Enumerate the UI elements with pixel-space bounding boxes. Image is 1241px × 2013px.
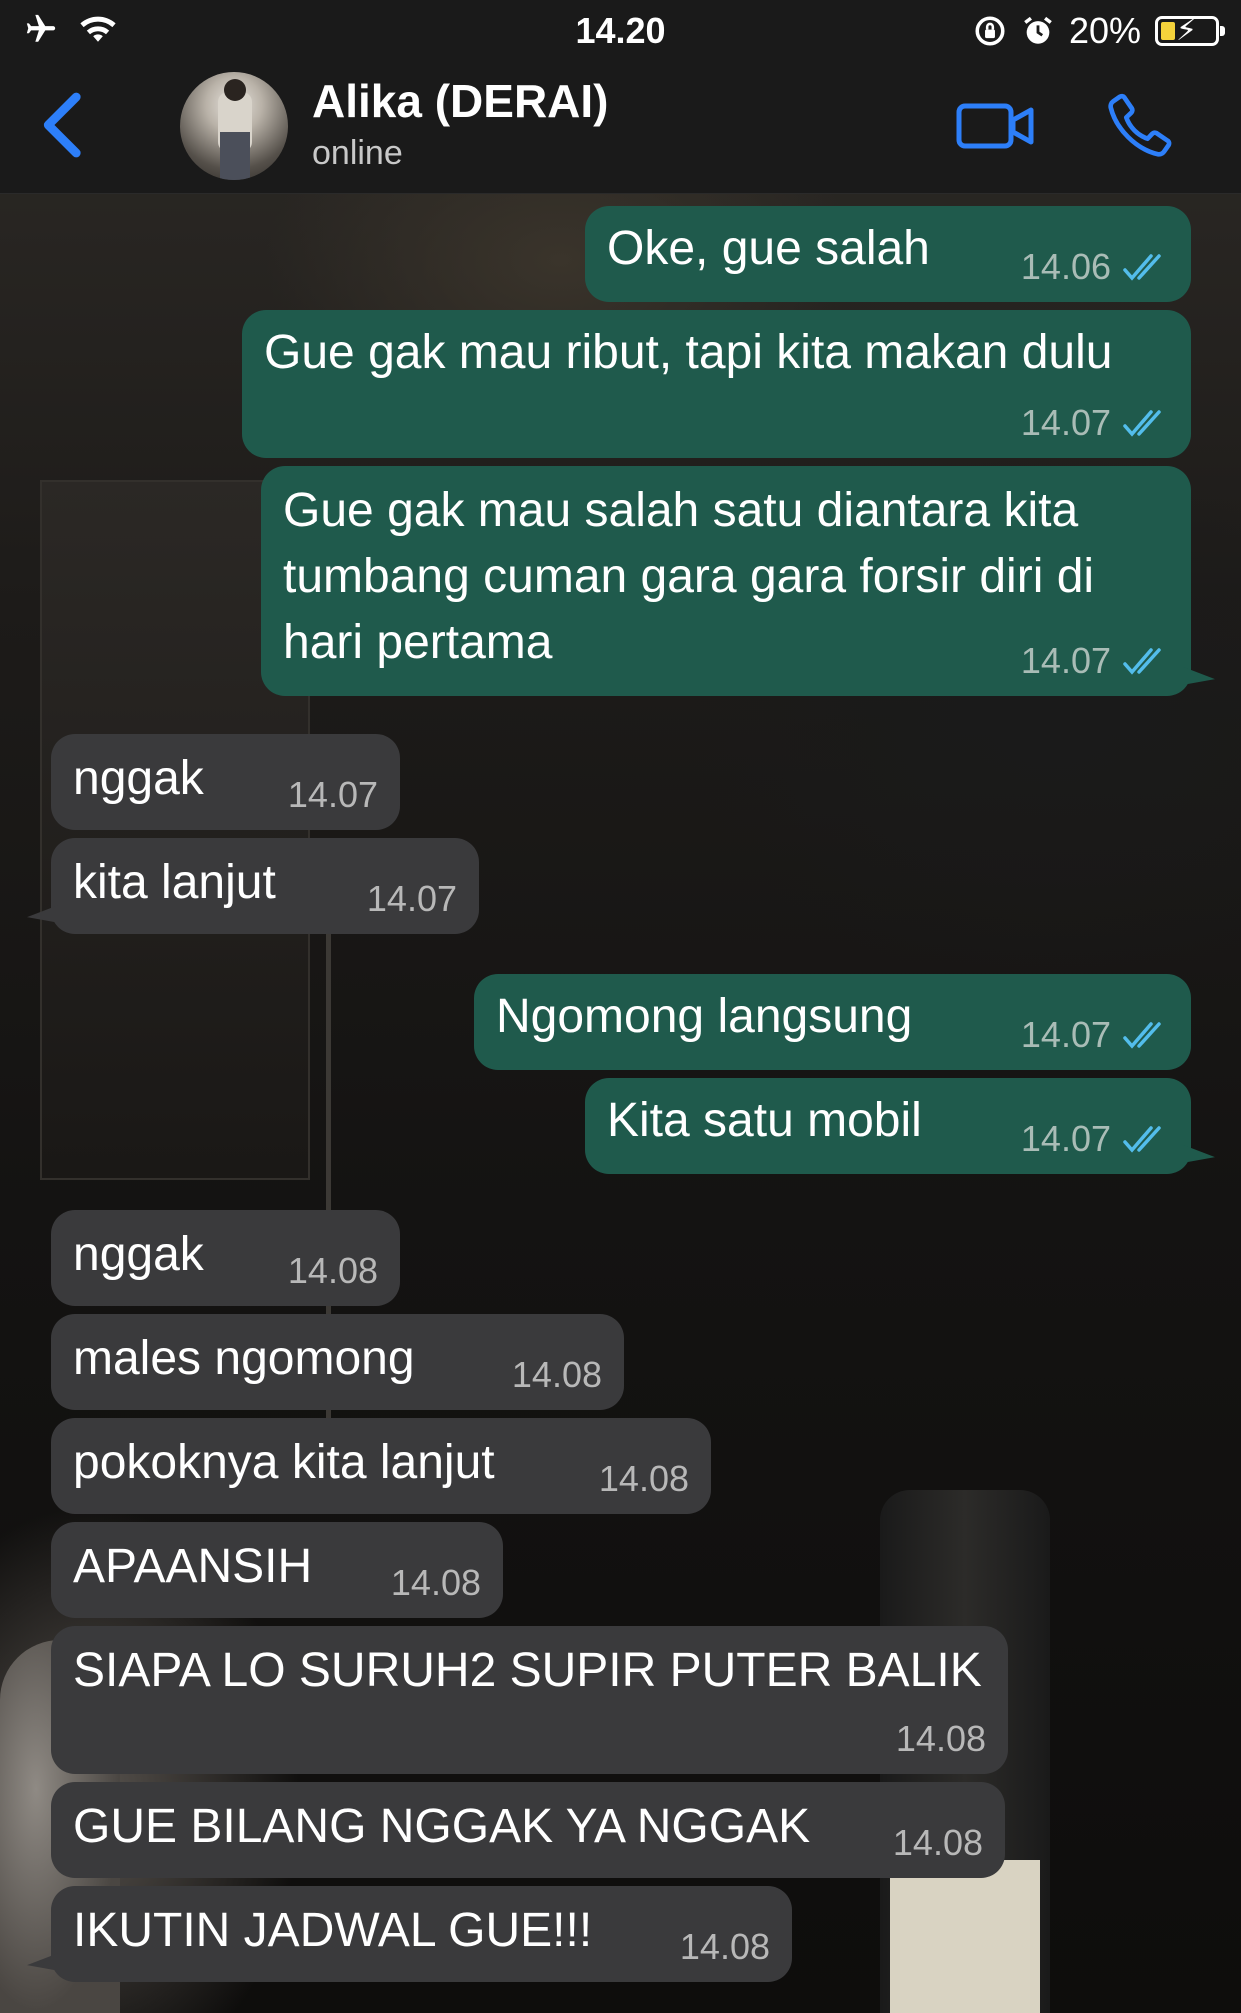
message-text: Gue gak mau ribut, tapi kita makan dulu	[264, 326, 1113, 379]
outgoing-message[interactable]: Gue gak mau ribut, tapi kita makan dulu …	[242, 310, 1191, 458]
message-text: SIAPA LO SURUH2 SUPIR PUTER BALIK	[73, 1644, 982, 1697]
read-ticks-icon	[1123, 410, 1161, 437]
phone-call-icon[interactable]	[1105, 90, 1175, 160]
incoming-message[interactable]: SIAPA LO SURUH2 SUPIR PUTER BALIK 14.08	[51, 1626, 1008, 1774]
message-meta: 14.08	[391, 1562, 481, 1604]
message-time: 14.08	[679, 1926, 770, 1967]
message-meta: 14.07	[1021, 402, 1169, 444]
read-ticks-icon	[1123, 1022, 1161, 1049]
message-time: 14.08	[390, 1562, 481, 1603]
message-meta: 14.07	[1021, 1118, 1169, 1160]
incoming-message[interactable]: APAANSIH 14.08	[51, 1522, 503, 1618]
outgoing-message[interactable]: Ngomong langsung 14.07	[474, 974, 1191, 1070]
message-meta: 14.08	[599, 1458, 689, 1500]
message-meta: 14.08	[680, 1926, 770, 1968]
avatar[interactable]	[180, 72, 288, 180]
incoming-message[interactable]: IKUTIN JADWAL GUE!!! 14.08	[51, 1886, 792, 1982]
read-ticks-icon	[1123, 648, 1161, 675]
message-time: 14.08	[287, 1250, 378, 1291]
alarm-icon	[1024, 16, 1052, 44]
message-meta: 14.07	[1021, 1014, 1169, 1056]
message-time: 14.08	[598, 1458, 689, 1499]
read-ticks-icon	[1123, 1126, 1161, 1153]
incoming-message[interactable]: GUE BILANG NGGAK YA NGGAK 14.08	[51, 1782, 1005, 1878]
battery-percent: 20%	[1068, 10, 1141, 51]
message-time: 14.08	[892, 1822, 983, 1863]
message-meta: 14.07	[288, 774, 378, 816]
back-chevron-icon[interactable]	[34, 90, 94, 160]
outgoing-message[interactable]: Kita satu mobil 14.07	[585, 1078, 1191, 1174]
incoming-message[interactable]: pokoknya kita lanjut 14.08	[51, 1418, 711, 1514]
message-time: 14.07	[287, 774, 378, 815]
read-ticks-icon	[1123, 254, 1161, 281]
rotation-lock-icon	[975, 16, 1005, 46]
message-meta: 14.08	[896, 1718, 986, 1760]
incoming-message[interactable]: kita lanjut 14.07	[51, 838, 479, 934]
contact-name[interactable]: Alika (DERAI)	[312, 74, 608, 128]
outgoing-message[interactable]: Oke, gue salah 14.06	[585, 206, 1191, 302]
incoming-message[interactable]: males ngomong 14.08	[51, 1314, 624, 1410]
status-bar: 14.20 20% ⚡	[0, 0, 1241, 62]
battery-charging-icon: ⚡	[1155, 14, 1225, 47]
message-time: 14.08	[511, 1354, 602, 1395]
message-meta: 14.07	[1021, 640, 1169, 682]
message-time: 14.06	[1020, 246, 1111, 287]
message-time: 14.07	[1020, 1014, 1111, 1055]
message-time: 14.07	[1020, 1118, 1111, 1159]
outgoing-message[interactable]: Gue gak mau salah satu diantara kita tum…	[261, 466, 1191, 696]
contact-status: online	[312, 134, 403, 172]
chat-header: Alika (DERAI) online	[0, 62, 1241, 194]
message-text: IKUTIN JADWAL GUE!!!	[73, 1904, 593, 1957]
message-meta: 14.08	[893, 1822, 983, 1864]
message-time: 14.07	[1020, 640, 1111, 681]
message-time: 14.08	[895, 1718, 986, 1759]
message-time: 14.07	[366, 878, 457, 919]
message-time: 14.07	[1020, 402, 1111, 443]
message-meta: 14.08	[288, 1250, 378, 1292]
message-meta: 14.06	[1021, 246, 1169, 288]
message-list: Oke, gue salah 14.06 Gue gak mau ribut, …	[0, 194, 1241, 2013]
video-call-icon[interactable]	[955, 92, 1035, 158]
message-meta: 14.08	[512, 1354, 602, 1396]
incoming-message[interactable]: nggak 14.07	[51, 734, 400, 830]
message-meta: 14.07	[367, 878, 457, 920]
status-right: 20% ⚡	[973, 10, 1225, 52]
message-text: pokoknya kita lanjut	[73, 1436, 495, 1489]
message-text: GUE BILANG NGGAK YA NGGAK	[73, 1800, 811, 1853]
incoming-message[interactable]: nggak 14.08	[51, 1210, 400, 1306]
chat-screen: 14.20 20% ⚡ Alika (DERAI) online Oke, gu…	[0, 0, 1241, 2013]
